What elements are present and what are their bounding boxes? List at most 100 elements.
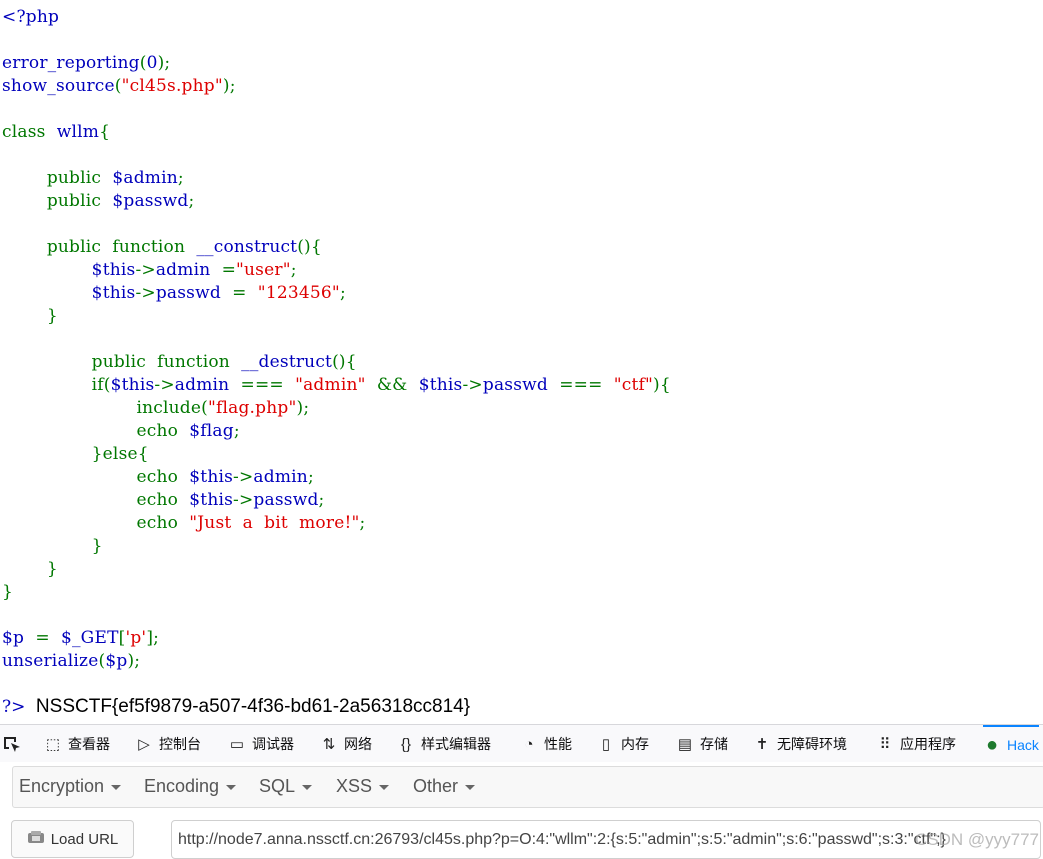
menu-label: Encoding	[144, 776, 220, 796]
devtools-tab-style-editor[interactable]: {} 样式编辑器	[397, 725, 491, 763]
code-token: =	[35, 628, 61, 648]
devtools-tab-label: 无障碍环境	[777, 736, 847, 752]
code-token: );	[222, 76, 236, 96]
code-token: include(	[2, 398, 208, 418]
devtools-tab-storage[interactable]: ▤ 存储	[676, 725, 728, 763]
load-url-icon	[27, 830, 45, 848]
code-token: "Just a bit more!"	[189, 513, 360, 533]
hackbar-icon: ●	[985, 733, 999, 756]
code-line: echo $flag;	[2, 420, 240, 443]
caret-down-icon	[302, 784, 313, 790]
code-line: if($this->admin === "admin" && $this->pa…	[2, 374, 671, 397]
code-token: __destruct	[241, 352, 333, 372]
accessibility-icon: ✝	[755, 736, 769, 753]
performance-icon: ◔	[524, 735, 534, 753]
code-line: }	[2, 581, 13, 604]
devtools-tab-accessibility[interactable]: ✝ 无障碍环境	[753, 725, 847, 763]
flag-output: ?> NSSCTF{ef5f9879-a507-4f36-bd61-2a5631…	[2, 696, 470, 718]
code-token: $admin	[112, 168, 178, 188]
code-token: admin	[174, 375, 241, 395]
code-token: public	[2, 168, 113, 188]
code-token: ->	[233, 467, 254, 487]
code-token: );	[296, 398, 310, 418]
code-token: $this	[91, 260, 136, 280]
element-picker-icon[interactable]	[2, 735, 22, 758]
code-token: ->	[462, 375, 483, 395]
menu-encoding[interactable]: Encoding	[144, 776, 237, 797]
devtools-tab-inspector[interactable]: ⬚ 查看器	[44, 725, 110, 763]
code-token: 'p'	[125, 628, 147, 648]
devtools-tab-hackbar[interactable]: ● Hack	[983, 725, 1039, 763]
code-token: $p	[105, 651, 128, 671]
caret-down-icon	[111, 784, 122, 790]
menu-sql[interactable]: SQL	[259, 776, 313, 797]
code-line: public function __construct(){	[2, 236, 322, 259]
devtools-tab-label: 调试器	[252, 736, 294, 752]
code-token: admin	[253, 467, 308, 487]
devtools-tab-label: 样式编辑器	[421, 736, 491, 752]
code-token: $p	[2, 628, 36, 648]
menu-label: SQL	[259, 776, 296, 796]
code-line: }	[2, 535, 103, 558]
style-editor-icon: {}	[400, 735, 412, 753]
devtools-tab-label: Hack	[1007, 737, 1039, 753]
code-line: $p = $_GET['p'];	[2, 627, 159, 650]
code-token: if(	[2, 375, 111, 395]
code-token: ->	[135, 260, 156, 280]
code-token: ];	[146, 628, 160, 648]
code-line: class wllm{	[2, 121, 110, 144]
devtools-tab-application[interactable]: ⠿ 应用程序	[876, 725, 957, 763]
code-token: class	[2, 122, 57, 142]
code-token: $this	[91, 283, 136, 303]
code-token: echo	[2, 513, 190, 533]
url-input[interactable]	[172, 821, 1040, 858]
caret-down-icon	[226, 784, 237, 790]
code-token: ;	[290, 260, 297, 280]
devtools-tab-network[interactable]: ⇅ 网络	[320, 725, 372, 763]
code-line: public $admin;	[2, 167, 184, 190]
devtools-tab-label: 控制台	[159, 736, 201, 752]
code-token: ;	[188, 191, 195, 211]
code-token: __construct	[196, 237, 298, 257]
debugger-icon: ▭	[229, 736, 245, 753]
code-token: ===	[240, 375, 296, 395]
menu-other[interactable]: Other	[413, 776, 476, 797]
devtools-tab-debugger[interactable]: ▭ 调试器	[228, 725, 294, 763]
caret-down-icon	[379, 784, 390, 790]
code-token: }	[2, 536, 103, 556]
devtools-tab-memory[interactable]: ▯ 内存	[597, 725, 649, 763]
url-field[interactable]	[171, 820, 1041, 859]
code-token: public function	[2, 352, 242, 372]
menu-encryption[interactable]: Encryption	[19, 776, 122, 797]
code-line: unserialize($p);	[2, 650, 140, 673]
code-token: $passwd	[112, 191, 189, 211]
devtools-tab-console[interactable]: ▷ 控制台	[135, 725, 201, 763]
code-token: public	[2, 191, 113, 211]
code-token: }	[2, 582, 14, 602]
code-token: 0	[146, 53, 158, 73]
code-token: }	[2, 559, 58, 579]
load-url-label: Load URL	[50, 830, 119, 848]
memory-icon: ▯	[601, 736, 611, 753]
console-icon: ▷	[138, 736, 150, 753]
code-token: $this	[189, 467, 234, 487]
code-token: show_source	[2, 76, 115, 96]
devtools-tab-label: 网络	[344, 736, 372, 752]
code-token: "123456"	[257, 283, 340, 303]
code-line: }	[2, 305, 58, 328]
code-token: &&	[376, 375, 419, 395]
code-token: <?php	[2, 7, 60, 27]
menu-xss[interactable]: XSS	[336, 776, 390, 797]
code-token: $this	[418, 375, 463, 395]
code-token: wllm	[56, 122, 100, 142]
menu-label: Encryption	[19, 776, 105, 796]
devtools-tab-label: 存储	[700, 736, 728, 752]
load-url-button[interactable]: Load URL	[11, 820, 134, 858]
code-token: "admin"	[295, 375, 377, 395]
devtools-tab-performance[interactable]: ◔ 性能	[520, 725, 572, 763]
php-close-tag: ?>	[2, 697, 26, 717]
code-token: {	[99, 122, 111, 142]
code-line: public function __destruct(){	[2, 351, 357, 374]
code-line: }	[2, 558, 58, 581]
